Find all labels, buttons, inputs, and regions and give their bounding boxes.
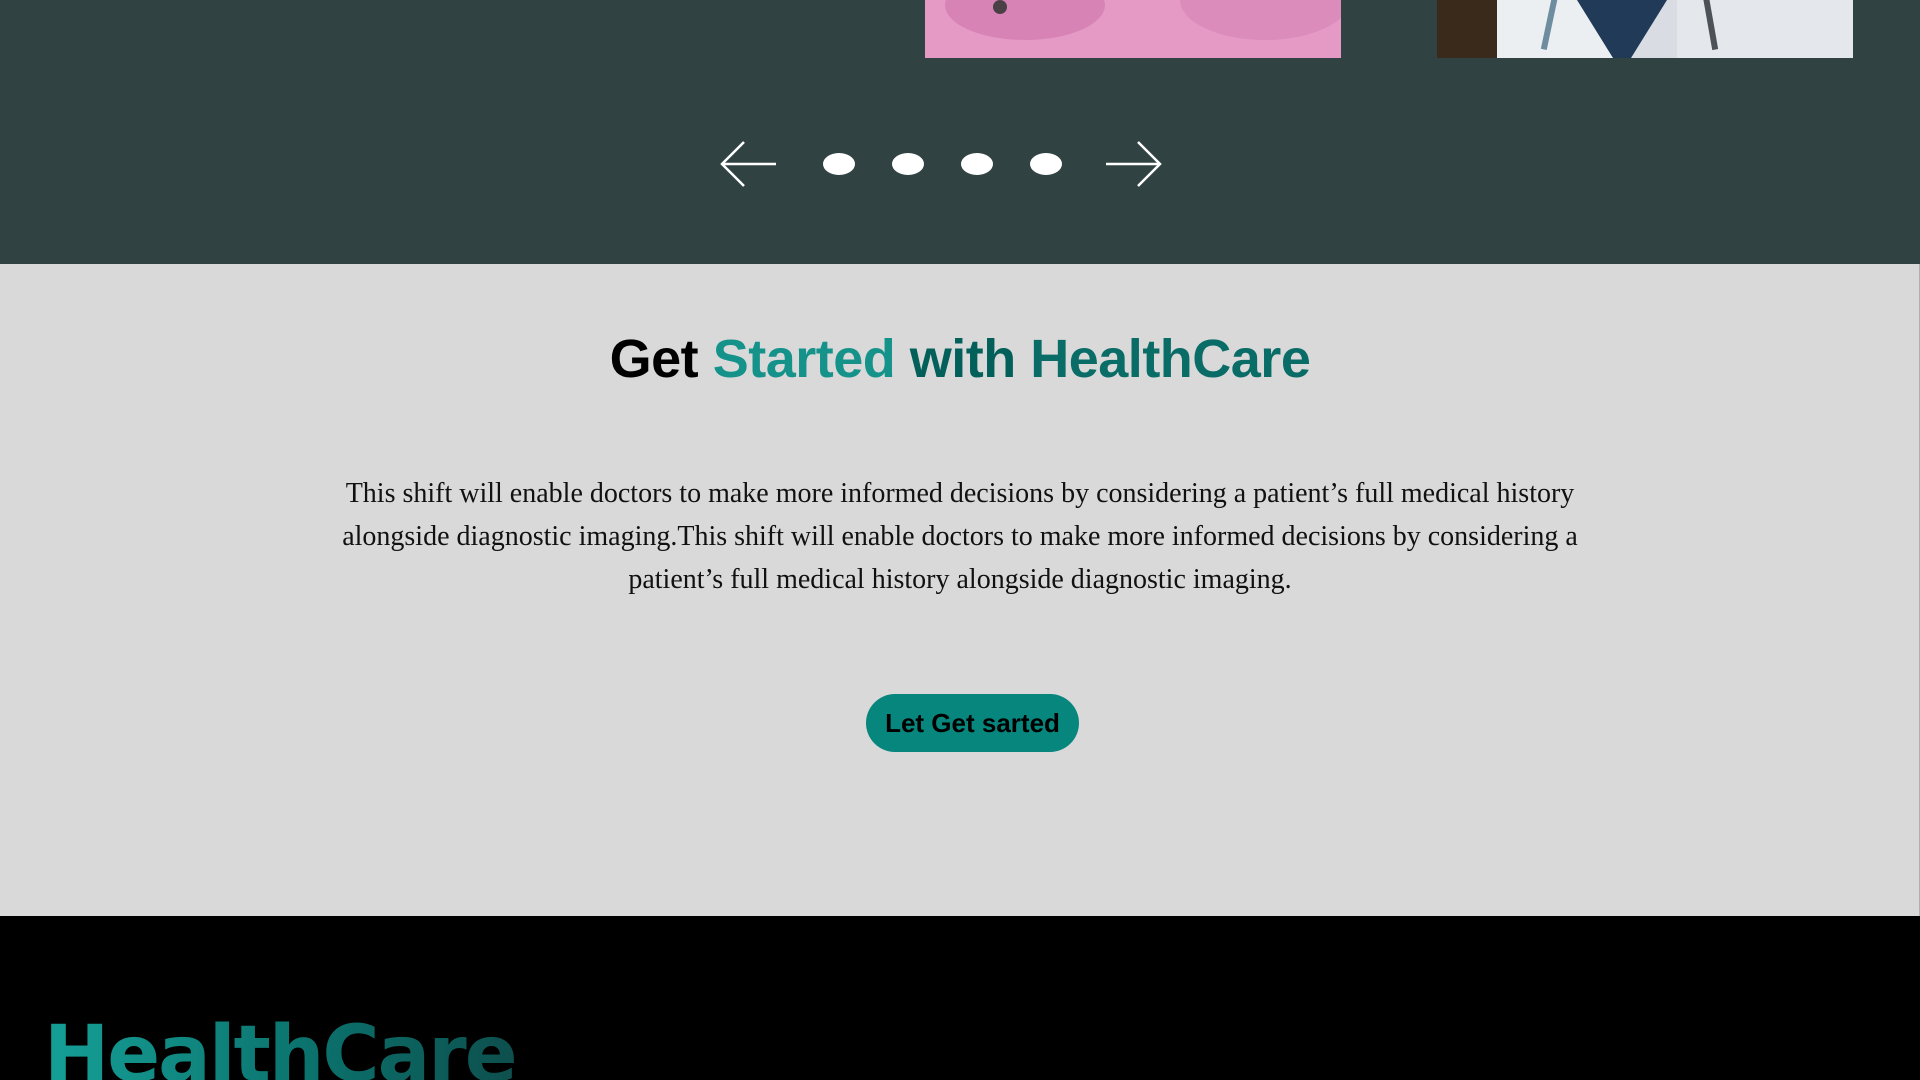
section-title: Get Started with HealthCare — [0, 328, 1920, 390]
arrow-left-icon — [720, 141, 776, 187]
get-started-section: Get Started with HealthCare This shift w… — [0, 264, 1920, 916]
doctor-photo-pink-scrubs — [925, 0, 1341, 58]
footer: HealthCare — [0, 916, 1920, 1080]
doctor-photo-white-coat — [1437, 0, 1853, 58]
get-started-button[interactable]: Let Get sarted — [866, 694, 1079, 752]
title-brand: HealthCare — [1030, 329, 1311, 389]
carousel-prev-button[interactable] — [718, 138, 778, 190]
carousel-dot-1[interactable] — [823, 153, 855, 175]
carousel-next-button[interactable] — [1104, 138, 1164, 190]
carousel-dot-2[interactable] — [892, 153, 924, 175]
arrow-right-icon — [1106, 141, 1162, 187]
carousel-dot-4[interactable] — [1030, 153, 1062, 175]
title-get: Get — [609, 329, 699, 389]
footer-logo[interactable]: HealthCare — [44, 1016, 518, 1080]
carousel-dot-3[interactable] — [961, 153, 993, 175]
section-description: This shift will enable doctors to make m… — [342, 478, 1578, 595]
title-with: with — [909, 329, 1016, 389]
title-started: Started — [712, 329, 896, 389]
doctor-carousel — [0, 0, 1920, 264]
